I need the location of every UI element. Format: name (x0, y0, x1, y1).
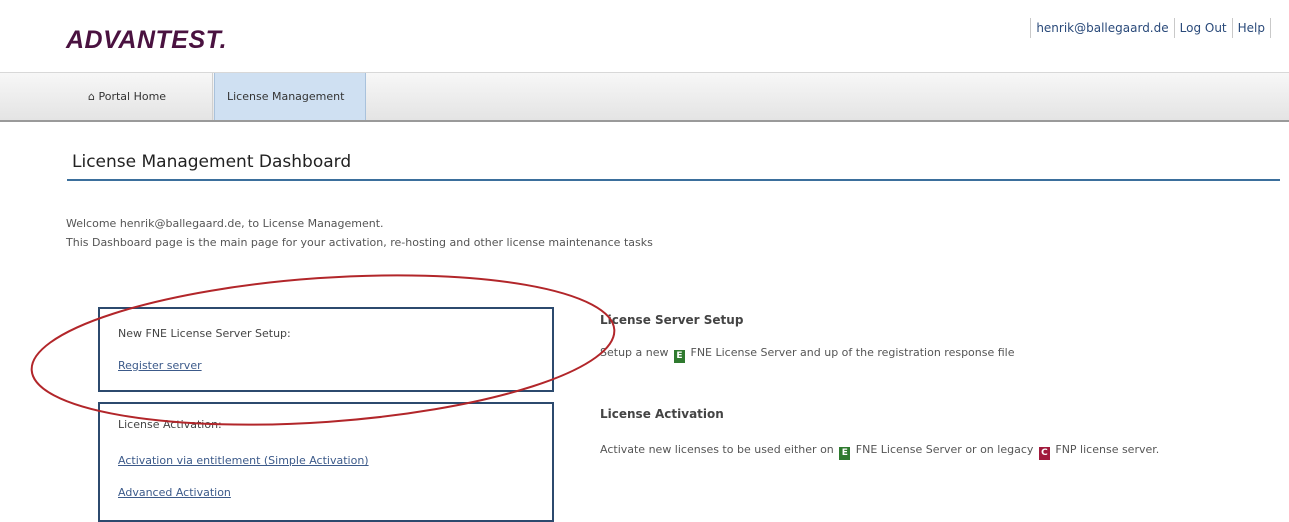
header-links: henrik@ballegaard.de Log Out Help (1030, 18, 1271, 38)
tab-license-management[interactable]: License Management (214, 73, 366, 120)
divider (1270, 18, 1271, 38)
activation-desc-post: FNP license server. (1055, 443, 1160, 456)
logout-link[interactable]: Log Out (1175, 19, 1232, 37)
help-link[interactable]: Help (1233, 19, 1270, 37)
tab-portal-home-label: Portal Home (98, 90, 167, 103)
server-setup-heading: License Server Setup (600, 313, 744, 327)
activation-desc-mid: FNE License Server or on legacy (855, 443, 1034, 456)
advanced-activation-link[interactable]: Advanced Activation (118, 486, 231, 499)
server-desc-pre: Setup a new (600, 346, 669, 359)
server-setup-title: New FNE License Server Setup: (118, 327, 291, 340)
home-icon: ⌂ (88, 90, 95, 103)
intro-text: This Dashboard page is the main page for… (66, 236, 653, 249)
activation-desc-pre: Activate new licenses to be used either … (600, 443, 834, 456)
license-activation-title: License Activation: (118, 418, 222, 431)
main-navbar: ⌂ Portal Home License Management (0, 72, 1289, 122)
server-setup-box: New FNE License Server Setup: Register s… (98, 307, 554, 392)
fne-badge-icon: E (674, 350, 685, 363)
user-account-link[interactable]: henrik@ballegaard.de (1031, 19, 1173, 37)
activation-heading: License Activation (600, 407, 724, 421)
simple-activation-link[interactable]: Activation via entitlement (Simple Activ… (118, 454, 369, 467)
fnp-badge-icon: C (1038, 447, 1050, 460)
welcome-text: Welcome henrik@ballegaard.de, to License… (66, 217, 384, 230)
license-activation-box: License Activation: Activation via entit… (98, 402, 554, 522)
tab-portal-home[interactable]: ⌂ Portal Home (76, 73, 213, 120)
register-server-link[interactable]: Register server (118, 359, 202, 372)
fne-badge-icon: E (839, 447, 851, 460)
server-desc-post: FNE License Server and up of the registr… (690, 346, 1015, 359)
advantest-logo[interactable]: ADVANTEST. (66, 26, 227, 55)
activation-description: Activate new licenses to be used either … (600, 443, 1159, 460)
tab-license-management-label: License Management (227, 90, 345, 103)
page-title: License Management Dashboard (72, 152, 352, 172)
title-divider (67, 179, 1280, 181)
server-setup-description: Setup a new E FNE License Server and up … (600, 346, 1015, 363)
